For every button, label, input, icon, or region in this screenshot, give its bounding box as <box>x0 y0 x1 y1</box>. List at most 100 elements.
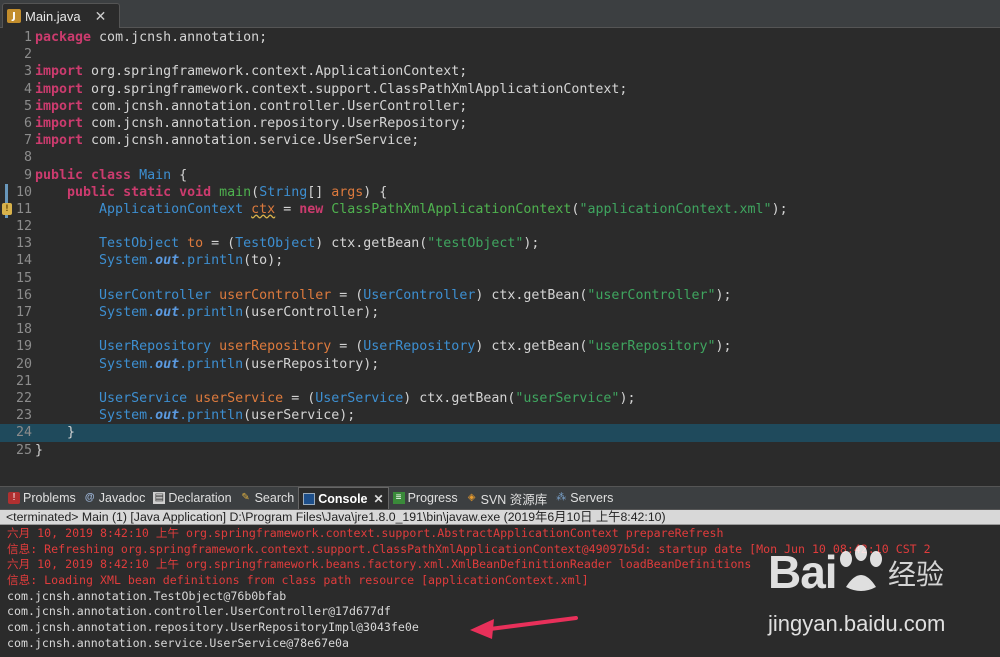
search-icon: ✎ <box>241 492 250 503</box>
tab-declaration[interactable]: ▤ Declaration <box>149 487 235 509</box>
code-token: UserController <box>99 287 220 303</box>
code-token: com.jcnsh.annotation; <box>91 30 268 45</box>
code-line[interactable]: 2 <box>0 46 1000 63</box>
close-icon[interactable]: ✕ <box>95 8 107 25</box>
watermark-logo-text: Bai <box>768 546 838 598</box>
view-tab-label: Declaration <box>168 491 232 505</box>
progress-icon: ≡ <box>392 492 405 504</box>
code-token: System. <box>99 408 156 424</box>
code-line[interactable]: 7 import com.jcnsh.annotation.service.Use… <box>0 132 1000 149</box>
code-line[interactable]: 20 System.out.println(userRepository); <box>0 356 1000 373</box>
code-token: = ( <box>331 287 364 303</box>
code-line[interactable]: 17 System.out.println(userController); <box>0 304 1000 321</box>
code-token: "applicationContext.xml" <box>579 201 772 217</box>
line-number: 19 <box>15 339 32 355</box>
watermark-logo-suffix: 经验 <box>888 558 945 591</box>
close-icon[interactable]: ✕ <box>374 492 384 506</box>
line-number: 24 <box>15 425 32 441</box>
code-line[interactable]: 8 <box>0 149 1000 166</box>
code-token: com.jcnsh.annotation.service.UserService… <box>83 133 420 149</box>
arrow-shaft <box>488 616 578 631</box>
code-token: import <box>35 133 84 149</box>
code-token: out <box>155 408 180 424</box>
view-tab-label: Progress <box>407 491 458 505</box>
editor-tab-main-java[interactable]: J Main.java ✕ <box>2 3 120 28</box>
code-line[interactable]: 18 <box>0 321 1000 338</box>
tab-progress[interactable]: ≡ Progress <box>389 487 462 509</box>
code-token: = <box>275 201 300 217</box>
line-number: 7 <box>23 133 32 149</box>
code-line[interactable]: 24 } <box>0 424 1000 442</box>
code-text: UserRepository userRepository = (UserRep… <box>35 338 731 355</box>
code-line[interactable]: 12 <box>0 218 1000 235</box>
code-line[interactable]: 4 import org.springframework.context.supp… <box>0 81 1000 98</box>
code-token: UserService <box>99 390 196 406</box>
code-line[interactable]: ! 11 ApplicationContext ctx = new ClassPa… <box>0 200 1000 219</box>
code-text: import com.jcnsh.annotation.service.User… <box>35 132 419 149</box>
code-text: import com.jcnsh.annotation.controller.U… <box>35 98 467 115</box>
code-editor[interactable]: 1 package com.jcnsh.annotation; 2 3 import o… <box>0 29 1000 486</box>
code-line[interactable]: 3 import org.springframework.context.Appl… <box>0 63 1000 80</box>
line-number: 25 <box>15 442 32 458</box>
code-token: main <box>219 184 252 200</box>
tab-servers[interactable]: ⁂ Servers <box>551 487 617 509</box>
code-token: (userController); <box>243 305 380 320</box>
code-token: out <box>155 356 180 372</box>
views-tab-bar: ! Problems @ Javadoc ▤ Declaration ✎ Search Cons… <box>0 486 1000 510</box>
code-token: userRepository <box>219 339 332 355</box>
tab-search[interactable]: ✎ Search <box>236 487 299 509</box>
view-tab-label: Search <box>254 491 295 505</box>
tab-svn-repository[interactable]: ◈ SVN 资源库 <box>462 487 552 509</box>
code-line[interactable]: 22 UserService userService = (UserServic… <box>0 390 1000 407</box>
code-token: UserService <box>315 390 404 406</box>
code-token: com.jcnsh.annotation.controller.UserCont… <box>83 98 468 114</box>
code-token: (userService); <box>243 408 356 424</box>
line-number: 3 <box>23 64 32 80</box>
line-number: 12 <box>15 219 32 235</box>
tab-problems[interactable]: ! Problems <box>4 487 80 509</box>
code-token: = ( <box>203 236 236 252</box>
code-text: System.out.println(userController); <box>35 304 379 321</box>
code-line[interactable]: 19 UserRepository userRepository = (User… <box>0 338 1000 355</box>
line-number: 21 <box>15 373 32 389</box>
tab-console[interactable]: Console ✕ <box>298 487 389 509</box>
code-text: public class Main { <box>35 167 187 184</box>
code-token: [] <box>307 184 332 200</box>
baidu-jingyan-watermark: Bai 经验 jingyan.baidu.com <box>768 545 1000 655</box>
code-line[interactable]: 5 import com.jcnsh.annotation.controller.… <box>0 98 1000 115</box>
code-token: "userController" <box>587 287 716 303</box>
code-line[interactable]: 21 <box>0 373 1000 390</box>
tab-javadoc[interactable]: @ Javadoc <box>80 487 150 509</box>
code-token: ); <box>523 236 540 252</box>
code-line[interactable]: 15 <box>0 270 1000 287</box>
view-tab-label: Problems <box>23 491 76 505</box>
code-line[interactable]: 13 TestObject to = (TestObject) ctx.getB… <box>0 235 1000 252</box>
code-token: ctx <box>251 201 276 217</box>
code-token: "userService" <box>515 390 620 406</box>
code-token: UserController <box>363 287 476 303</box>
line-number: 14 <box>15 253 32 269</box>
code-token: package <box>35 30 92 45</box>
code-line[interactable]: 1 package com.jcnsh.annotation; <box>0 29 1000 46</box>
code-line[interactable]: 10 public static void main(String[] args… <box>0 183 1000 201</box>
code-line[interactable]: 14 System.out.println(to); <box>0 252 1000 269</box>
line-number: 15 <box>15 270 32 286</box>
code-line[interactable]: 9 public class Main { <box>0 167 1000 184</box>
code-token: ); <box>619 390 636 406</box>
code-line[interactable]: 16 UserController userController = (User… <box>0 287 1000 304</box>
code-token: } <box>35 442 44 458</box>
code-token: org.springframework.context.support.Clas… <box>83 81 628 97</box>
code-line[interactable]: 23 System.out.println(userService); <box>0 407 1000 424</box>
declaration-icon: ▤ <box>153 492 166 504</box>
line-number: 1 <box>23 30 32 45</box>
line-number: 18 <box>15 322 32 338</box>
code-line[interactable]: 6 import com.jcnsh.annotation.repository.… <box>0 115 1000 132</box>
code-text: package com.jcnsh.annotation; <box>35 29 267 46</box>
code-token: ) ctx.getBean( <box>475 339 588 355</box>
code-line[interactable]: 25} <box>0 442 1000 459</box>
code-token: "userRepository" <box>587 339 716 355</box>
code-token: org.springframework.context.ApplicationC… <box>83 64 468 80</box>
